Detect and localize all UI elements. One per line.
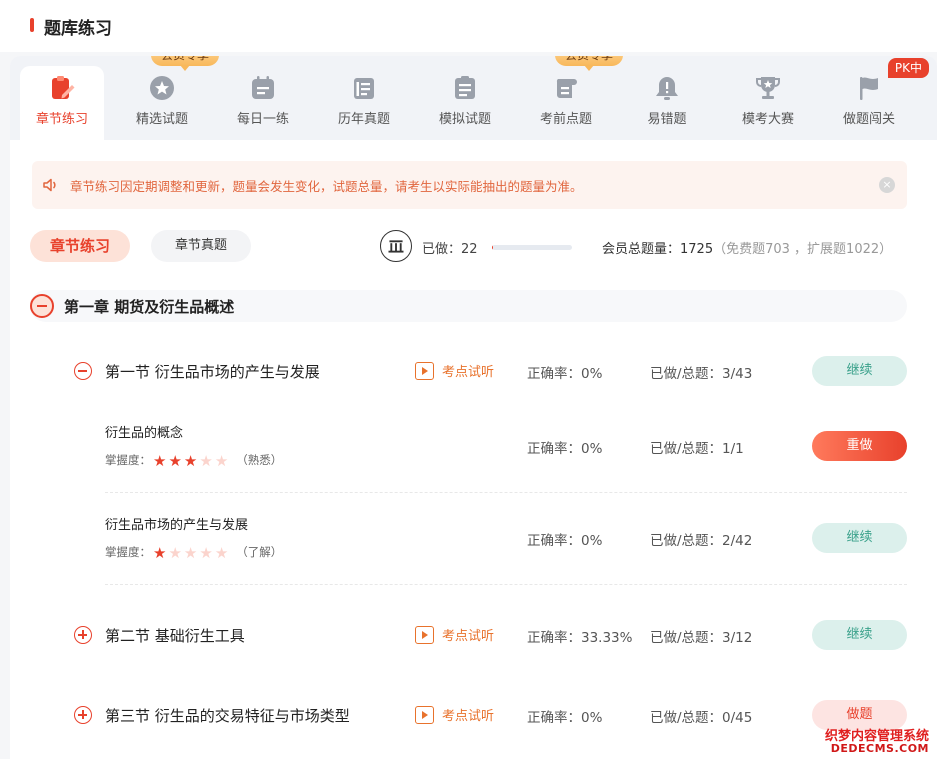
star-badge-icon [150,76,174,100]
done-total-text: 已做/总题：3/12 [650,630,753,646]
section-title: 第三节 衍生品的交易特征与市场类型 [105,707,350,725]
audio-preview-button[interactable]: 考点试听 [415,361,494,380]
tab-daily-practice[interactable]: 每日一练 [221,66,305,140]
tab-past-exams[interactable]: 历年真题 [322,66,406,140]
tab-chapter-practice[interactable]: 章节练习 [20,66,104,140]
page-header: 题库练习 [0,0,937,52]
tab-label: 做题闯关 [842,112,895,127]
filter-chapter-practice[interactable]: 章节练习 [30,230,130,262]
done-progress-bar [492,245,572,250]
pk-badge: PK中 [887,58,929,78]
clipboard-pen-icon [52,76,75,99]
book-icon [354,78,374,99]
tab-mock-exams[interactable]: 模拟试题 [423,66,507,140]
accuracy-text: 正确率：0% [527,710,603,726]
accuracy-text: 正确率：0% [527,366,603,382]
done-total-text: 已做/总题：3/43 [650,366,753,382]
expand-icon[interactable] [74,626,92,644]
continue-button[interactable]: 继续 [812,523,907,553]
collapse-icon[interactable] [30,294,54,318]
close-icon[interactable]: × [879,177,895,193]
clipboard-list-icon [455,76,475,99]
progress-fill [492,245,494,250]
tab-label: 模拟试题 [438,112,491,127]
play-icon [415,626,434,644]
play-icon [415,362,434,380]
practice-panel: 章节练习 精选试题 每日一练 历年真题 模拟试题 考前点题 易错题 模考大赛 做… [10,56,937,759]
divider [105,492,907,493]
divider [105,584,907,585]
tab-label: 易错题 [647,112,687,127]
accuracy-text: 正确率：0% [527,533,603,549]
knowledge-point-title: 衍生品市场的产生与发展 [105,518,249,533]
star-rating: ★★★★★ [153,544,231,562]
filter-chapter-real-exams[interactable]: 章节真题 [151,230,251,262]
done-total-text: 已做/总题：0/45 [650,710,753,726]
done-total-text: 已做/总题：2/42 [650,533,753,549]
tab-mock-contest[interactable]: 模考大赛 [726,66,810,140]
section-title: 第二节 基础衍生工具 [105,627,245,645]
chapter-title: 第一章 期货及衍生品概述 [64,298,235,316]
accuracy-text: 正确率：0% [527,441,603,457]
notice-banner: 章节练习因定期调整和更新，题量会发生变化，试题总量，请考生以实际能抽出的题量为准… [32,161,907,209]
start-practice-button[interactable]: 做题 [812,700,907,730]
audio-preview-button[interactable]: 考点试听 [415,705,494,724]
speaker-icon [43,178,56,192]
vip-exclusive-badge: 会员专享 [555,56,624,71]
chapter-header[interactable]: 第一章 期货及衍生品概述 [30,290,907,322]
done-count: 已做：22 [422,242,478,257]
tab-error-prone[interactable]: 易错题 [625,66,709,140]
continue-button[interactable]: 继续 [812,620,907,650]
tab-selected-questions[interactable]: 精选试题 [120,66,204,140]
tab-label: 历年真题 [337,112,390,127]
expand-icon[interactable] [74,706,92,724]
flag-icon [860,77,878,100]
member-total-questions: 会员总题量：1725（免费题703 ，扩展题1022） [602,242,893,257]
mastery-rating: 掌握度： ★★★★★ （熟悉） [105,452,283,470]
calendar-icon [252,76,274,99]
redo-button[interactable]: 重做 [812,431,907,461]
page-title: 题库练习 [44,19,112,39]
knowledge-point-title: 衍生品的概念 [105,426,184,441]
tab-label: 精选试题 [135,112,188,127]
star-rating: ★★★★★ [153,452,231,470]
play-icon [415,706,434,724]
notice-text: 章节练习因定期调整和更新，题量会发生变化，试题总量，请考生以实际能抽出的题量为准… [70,179,583,194]
audio-preview-button[interactable]: 考点试听 [415,625,494,644]
tab-label: 模考大赛 [741,112,794,127]
collapse-icon[interactable] [74,362,92,380]
tab-label: 章节练习 [35,112,88,127]
mastery-rating: 掌握度： ★★★★★ （了解） [105,544,283,562]
tab-bar: 章节练习 精选试题 每日一练 历年真题 模拟试题 考前点题 易错题 模考大赛 做… [10,56,937,140]
tab-label: 考前点题 [539,112,592,127]
tab-pre-exam-tips[interactable]: 考前点题 [524,66,608,140]
tab-label: 每日一练 [236,112,289,127]
done-count-icon [380,230,412,262]
trophy-icon [756,77,780,99]
section-title: 第一节 衍生品市场的产生与发展 [105,363,320,381]
watermark: 织梦内容管理系统 DEDECMS.COM [824,728,929,756]
done-total-text: 已做/总题：1/1 [650,441,744,457]
vip-exclusive-badge: 会员专享 [151,56,220,71]
continue-button[interactable]: 继续 [812,356,907,386]
alert-bell-icon [656,77,678,100]
accuracy-text: 正确率：33.33% [527,630,633,646]
scroll-icon [556,79,577,98]
